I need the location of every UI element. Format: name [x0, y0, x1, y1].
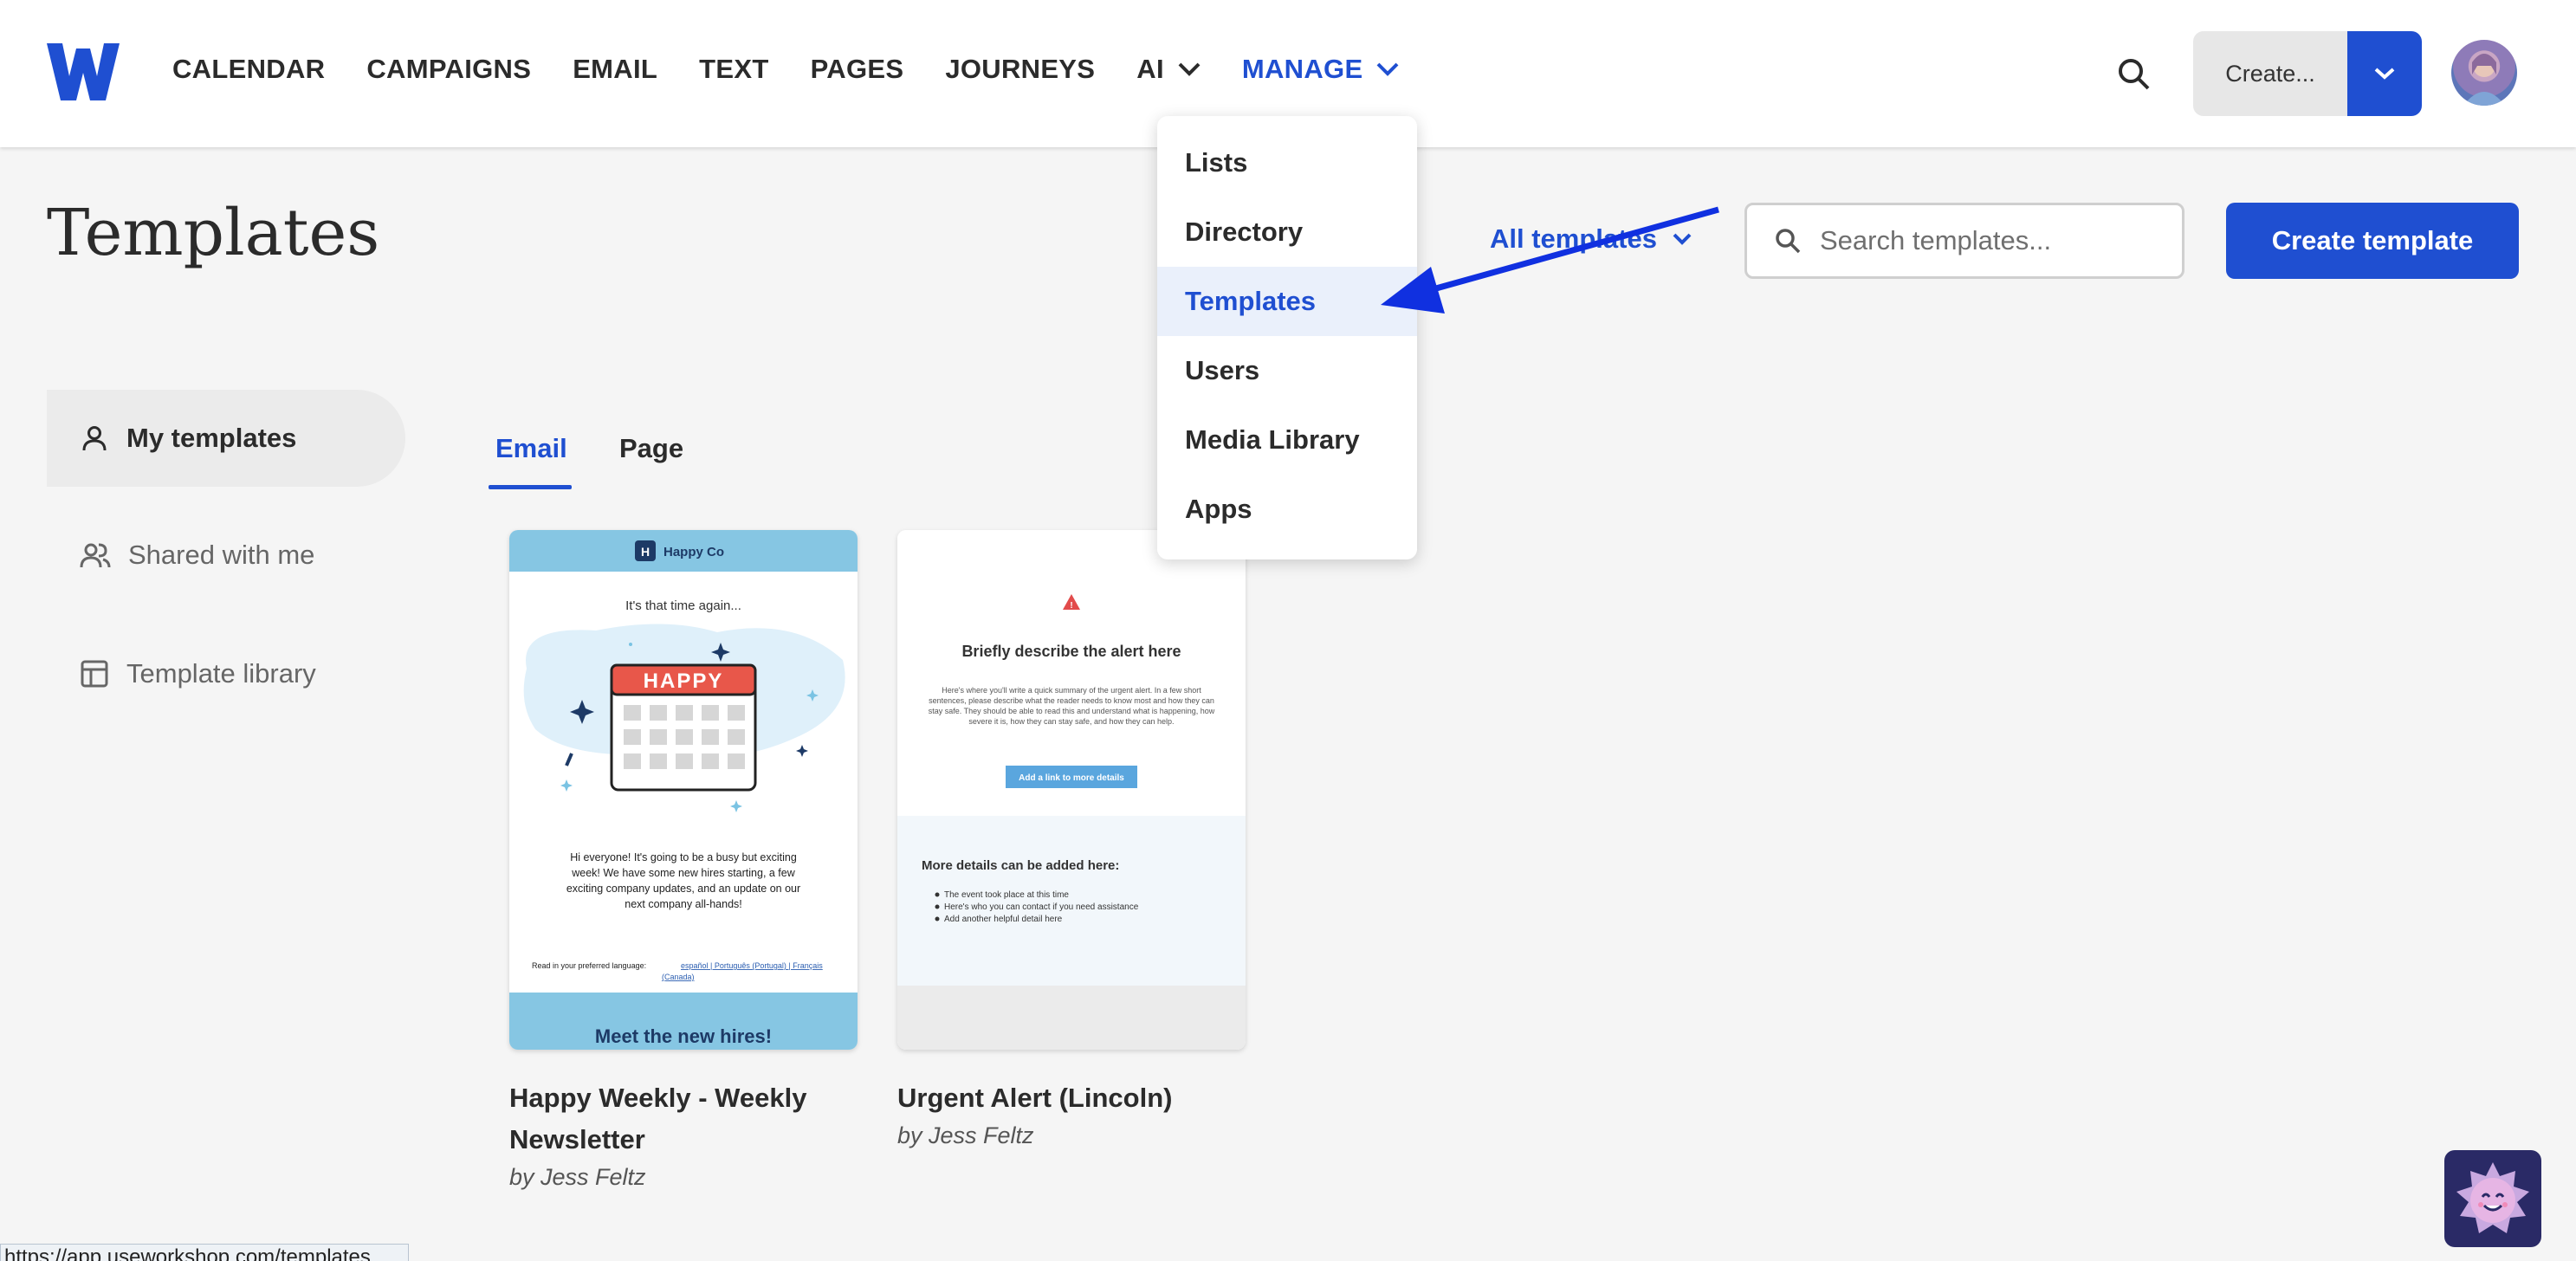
nav-ai[interactable]: AI: [1136, 54, 1201, 85]
preview-para-line: Here's where you'll write a quick summar…: [942, 686, 1201, 695]
sidebar-item-template-library[interactable]: Template library: [47, 625, 405, 722]
template-preview-urgent-alert: ! Briefly describe the alert here Here's…: [897, 530, 1246, 1050]
svg-text:!: !: [1070, 601, 1072, 611]
nav-manage[interactable]: MANAGE: [1242, 54, 1400, 85]
chevron-down-icon: [1377, 62, 1399, 76]
preview-heading: Briefly describe the alert here: [961, 643, 1181, 660]
search-templates-input[interactable]: [1820, 225, 2166, 256]
search-icon: [1776, 229, 1801, 254]
nav-journeys[interactable]: JOURNEYS: [945, 54, 1095, 85]
preview-intro: It's that time again...: [625, 598, 741, 613]
search-icon[interactable]: [2113, 54, 2155, 95]
people-icon: [80, 543, 111, 568]
menu-item-lists[interactable]: Lists: [1157, 128, 1417, 197]
preview-brand: Happy Co: [663, 545, 724, 559]
template-card-title[interactable]: Urgent Alert (Lincoln): [897, 1077, 1172, 1119]
search-templates-field[interactable]: [1744, 203, 2184, 279]
workshop-logo[interactable]: [47, 43, 120, 100]
preview-para-line: severe it is, how they can stay safe, an…: [968, 717, 1174, 726]
template-card-happy-weekly[interactable]: H Happy Co It's that time again... HAPPY…: [509, 530, 858, 1050]
template-preview-happy-weekly: H Happy Co It's that time again... HAPPY…: [509, 530, 858, 1050]
menu-item-apps[interactable]: Apps: [1157, 475, 1417, 544]
nav-campaigns[interactable]: CAMPAIGNS: [366, 54, 531, 85]
template-card-title[interactable]: Happy Weekly - Weekly Newsletter: [509, 1077, 806, 1161]
preview-lang-links: (Canada): [662, 973, 695, 981]
assistant-widget-button[interactable]: [2444, 1150, 2541, 1247]
nav-calendar[interactable]: CALENDAR: [172, 54, 325, 85]
template-card-author: by Jess Feltz: [897, 1122, 1034, 1148]
status-bar-url: https://app.useworkshop.com/templates: [0, 1244, 409, 1261]
preview-bullet: Here's who you can contact if you need a…: [944, 902, 1139, 912]
create-template-button[interactable]: Create template: [2226, 203, 2519, 279]
preview-calendar-word: HAPPY: [644, 669, 724, 693]
sidebar-item-label: Template library: [126, 658, 316, 689]
menu-item-media-library[interactable]: Media Library: [1157, 405, 1417, 475]
preview-body-line: Hi everyone! It's going to be a busy but…: [570, 851, 797, 863]
template-card-urgent-alert[interactable]: ! Briefly describe the alert here Here's…: [897, 530, 1246, 1050]
preview-lang-label: Read in your preferred language:: [532, 961, 646, 970]
preview-para-line: stay safe. They should be able to read t…: [929, 707, 1215, 715]
main-nav: CALENDAR CAMPAIGNS EMAIL TEXT PAGES JOUR…: [172, 54, 1440, 85]
tab-email[interactable]: Email: [495, 433, 567, 464]
user-avatar[interactable]: [2451, 40, 2517, 106]
preview-body-line: exciting company updates, and an update …: [566, 883, 800, 895]
person-icon: [82, 426, 107, 451]
svg-text:H: H: [641, 545, 650, 559]
tab-page[interactable]: Page: [619, 433, 683, 464]
nav-manage-label: MANAGE: [1241, 54, 1363, 84]
preview-lang-links: español | Português (Portugal) | Françai…: [681, 961, 823, 970]
preview-para-line: sentences, please describe what the read…: [929, 696, 1214, 705]
preview-more-heading: More details can be added here:: [922, 858, 1119, 873]
active-tab-indicator: [489, 485, 572, 489]
nav-ai-label: AI: [1136, 54, 1164, 84]
nav-text[interactable]: TEXT: [699, 54, 768, 85]
page-title: Templates: [47, 196, 380, 270]
preview-body-line: next company all-hands!: [625, 898, 742, 910]
create-button[interactable]: Create...: [2193, 31, 2347, 116]
preview-button: Add a link to more details: [1019, 773, 1124, 783]
manage-dropdown-menu: Lists Directory Templates Users Media Li…: [1157, 116, 1417, 559]
preview-footer: Meet the new hires!: [595, 1025, 772, 1047]
chevron-down-icon: [1178, 62, 1201, 76]
card-title-line: Happy Weekly - Weekly: [509, 1083, 807, 1113]
sidebar-item-label: My templates: [126, 423, 297, 453]
preview-body-line: week! We have some new hires starting, a…: [571, 867, 795, 879]
template-card-author: by Jess Feltz: [509, 1164, 646, 1190]
layout-icon: [81, 660, 108, 688]
annotation-arrow: [1381, 206, 1719, 314]
sidebar-item-shared-with-me[interactable]: Shared with me: [47, 507, 405, 604]
avatar-image: [2463, 54, 2505, 106]
preview-bullet: Add another helpful detail here: [944, 915, 1063, 924]
nav-pages[interactable]: PAGES: [811, 54, 904, 85]
sidebar-item-label: Shared with me: [128, 540, 315, 570]
sun-face-icon: [2456, 1162, 2529, 1233]
chevron-down-icon: [2374, 68, 2395, 80]
create-menu-toggle[interactable]: [2347, 31, 2422, 116]
sidebar-item-my-templates[interactable]: My templates: [47, 390, 405, 487]
card-title-line: Newsletter: [509, 1124, 645, 1154]
nav-email[interactable]: EMAIL: [573, 54, 657, 85]
preview-bullet: The event took place at this time: [944, 890, 1069, 900]
menu-item-users[interactable]: Users: [1157, 336, 1417, 405]
